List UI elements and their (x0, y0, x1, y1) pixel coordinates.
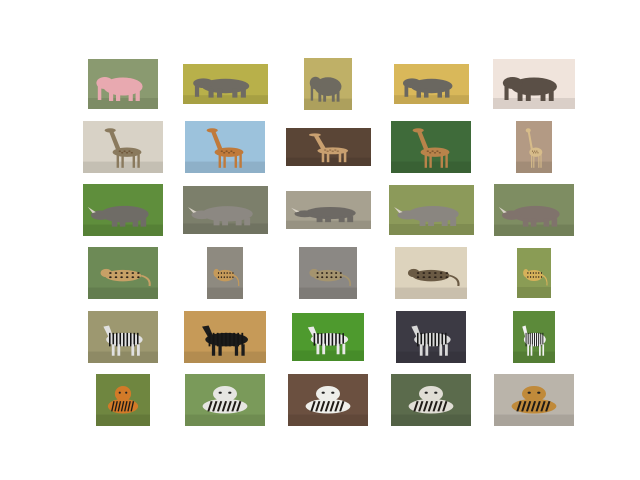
zebra-standing-photo-image (513, 311, 555, 363)
elephant-herd-photo-image (182, 64, 268, 104)
elephant-pink-calf-photo (88, 59, 158, 109)
giraffe-standing-photo (516, 121, 552, 173)
zebra-enclosure-photo (396, 311, 466, 363)
elephant-lying-photo-image (393, 64, 469, 104)
rhino-closeup-photo (182, 186, 268, 234)
leopard-tree-photo (88, 247, 158, 299)
elephant-herd-photo (182, 64, 268, 104)
rhino-calf-photo-image (494, 184, 574, 236)
rhino-grass-photo (83, 184, 163, 236)
white-tiger-face-photo (185, 374, 265, 426)
tigers-with-monk-photo (494, 374, 574, 426)
leopard-rock-photo-image (207, 247, 243, 299)
giraffe-group-photo (391, 121, 471, 173)
white-tiger-walking-photo-image (288, 374, 368, 426)
tigers-with-monk-photo-image (494, 374, 574, 426)
rhino-grass-photo-image (83, 184, 163, 236)
zebra-field-photo (88, 311, 158, 363)
giraffe-standing-photo-image (516, 121, 552, 173)
rhino-profile-photo (285, 191, 371, 229)
leopard-hidden-photo-image (299, 247, 357, 299)
leopard-sign-photo (395, 247, 467, 299)
elephant-frontal-photo (304, 58, 352, 110)
photo-grid (0, 0, 640, 480)
elephant-frontal-photo-image (304, 58, 352, 110)
zebra-standing-photo (513, 311, 555, 363)
giraffe-savanna-photo (83, 121, 163, 173)
leopard-tree-photo-image (88, 247, 158, 299)
rhino-calf-photo (494, 184, 574, 236)
elephant-dust-photo-image (493, 59, 575, 109)
leopard-rock-photo (207, 247, 243, 299)
white-tiger-walking-photo (288, 374, 368, 426)
white-tiger-grass-photo-image (391, 374, 471, 426)
white-tiger-face-photo-image (185, 374, 265, 426)
leopard-hidden-photo (299, 247, 357, 299)
leopard-portrait-photo-image (517, 248, 551, 298)
elephant-lying-photo (393, 64, 469, 104)
giraffe-head-photo-image (185, 121, 265, 173)
leopard-portrait-photo (517, 248, 551, 298)
zebra-lying-photo-image (292, 313, 364, 361)
giraffe-head-photo (185, 121, 265, 173)
giraffe-dark-photo-image (285, 128, 371, 166)
zebra-field-photo-image (88, 311, 158, 363)
elephant-dust-photo (493, 59, 575, 109)
rhino-profile-photo-image (285, 191, 371, 229)
zebra-pair-photo-image (184, 311, 266, 363)
rhino-closeup-photo-image (182, 186, 268, 234)
zebra-pair-photo (184, 311, 266, 363)
rhino-mud-photo (388, 185, 474, 235)
white-tiger-grass-photo (391, 374, 471, 426)
giraffe-savanna-photo-image (83, 121, 163, 173)
rhino-mud-photo-image (388, 185, 474, 235)
leopard-sign-photo-image (395, 247, 467, 299)
giraffe-group-photo-image (391, 121, 471, 173)
tiger-orange-photo-image (96, 374, 150, 426)
giraffe-dark-photo (285, 128, 371, 166)
elephant-pink-calf-photo-image (88, 59, 158, 109)
tiger-orange-photo (96, 374, 150, 426)
zebra-lying-photo (292, 313, 364, 361)
zebra-enclosure-photo-image (396, 311, 466, 363)
